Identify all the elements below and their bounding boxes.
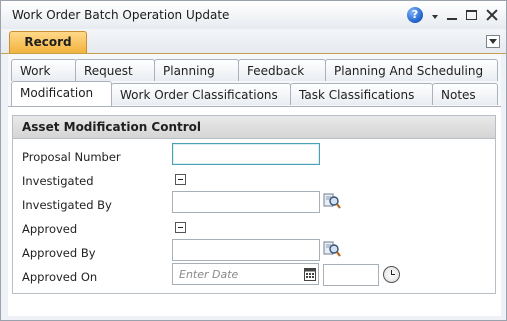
investigated-label: Investigated <box>22 174 94 188</box>
tab-planning[interactable]: Planning <box>154 59 239 81</box>
date-placeholder: Enter Date <box>179 268 239 281</box>
calendar-icon[interactable] <box>304 267 316 281</box>
close-icon[interactable] <box>486 9 498 21</box>
approved-label: Approved <box>22 222 78 236</box>
approved-on-label: Approved On <box>22 270 98 284</box>
approved-by-lookup-icon[interactable] <box>323 240 341 258</box>
tab-work[interactable]: Work <box>11 59 77 81</box>
title-bar: Work Order Batch Operation Update ? <box>1 1 506 29</box>
minimize-icon[interactable] <box>447 18 457 20</box>
help-icon[interactable]: ? <box>407 7 423 23</box>
asset-modification-group: Asset Modification Control Proposal Numb… <box>12 115 496 294</box>
tab-feedback[interactable]: Feedback <box>238 59 326 81</box>
approved-checkbox[interactable] <box>175 222 186 233</box>
modification-tab-panel: Asset Modification Control Proposal Numb… <box>8 106 501 316</box>
investigated-by-label: Investigated By <box>22 198 112 212</box>
form-content: Work Request Planning Feedback Planning … <box>8 54 501 316</box>
clock-icon[interactable] <box>383 266 400 283</box>
ribbon-tab-record[interactable]: Record <box>9 31 87 53</box>
tab-work-order-classifications[interactable]: Work Order Classifications <box>111 83 291 105</box>
approved-by-input[interactable] <box>172 239 320 261</box>
approved-on-time-input[interactable] <box>323 264 379 286</box>
tab-task-classifications[interactable]: Task Classifications <box>290 83 433 105</box>
window-title: Work Order Batch Operation Update <box>12 8 230 22</box>
tab-modification[interactable]: Modification <box>11 81 112 106</box>
investigated-by-input[interactable] <box>172 191 320 213</box>
group-title: Asset Modification Control <box>13 116 495 139</box>
investigated-by-lookup-icon[interactable] <box>323 192 341 210</box>
tab-notes[interactable]: Notes <box>432 83 498 105</box>
proposal-number-input[interactable] <box>172 143 320 165</box>
maximize-icon[interactable] <box>466 10 477 20</box>
proposal-number-label: Proposal Number <box>22 150 121 164</box>
tab-planning-and-scheduling[interactable]: Planning And Scheduling <box>325 59 498 81</box>
tab-request[interactable]: Request <box>75 59 155 81</box>
window-controls: ? <box>407 6 498 24</box>
investigated-checkbox[interactable] <box>175 174 186 185</box>
approved-on-date-input[interactable]: Enter Date <box>172 263 319 285</box>
approved-by-label: Approved By <box>22 246 96 260</box>
help-dropdown-icon[interactable] <box>432 14 438 19</box>
ribbon: Record <box>1 29 506 54</box>
ribbon-collapse-button[interactable] <box>486 35 500 48</box>
batch-update-window: Work Order Batch Operation Update ? Reco… <box>0 0 507 321</box>
